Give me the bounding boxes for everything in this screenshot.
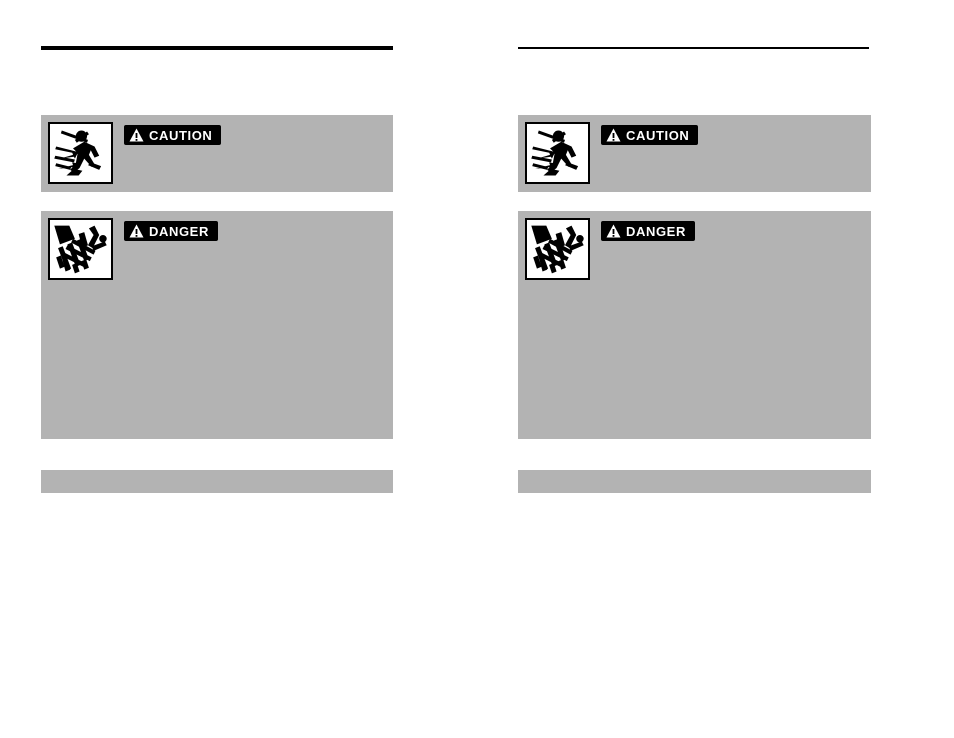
safety-panel-footer-right (518, 470, 871, 493)
header-rule-left (41, 46, 393, 50)
safety-panel-body (125, 149, 385, 186)
warning-triangle-icon (129, 224, 144, 238)
signal-word-label: DANGER (626, 223, 686, 239)
page-column-right: CAUTION DANGER (518, 0, 871, 738)
safety-panel-danger-left: DANGER (41, 211, 393, 439)
signal-word-label: CAUTION (626, 127, 690, 143)
safety-panel-caution-right: CAUTION (518, 115, 871, 192)
signal-word-label: DANGER (149, 223, 209, 239)
signal-word-badge-danger: DANGER (601, 221, 695, 241)
rotating-tine-entanglement-hazard-icon (48, 218, 113, 280)
signal-word-badge-danger: DANGER (124, 221, 218, 241)
safety-panel-caution-left: CAUTION (41, 115, 393, 192)
safety-panel-header: DANGER (525, 218, 695, 280)
signal-word-badge-caution: CAUTION (601, 125, 699, 145)
warning-triangle-icon (606, 224, 621, 238)
page-column-left: CAUTION DANGER (41, 0, 393, 738)
thrown-object-hazard-icon (525, 122, 590, 184)
thrown-object-hazard-icon (48, 122, 113, 184)
signal-word-label: CAUTION (149, 127, 213, 143)
safety-panel-danger-right: DANGER (518, 211, 871, 439)
safety-panel-body (528, 287, 863, 433)
safety-panel-body (51, 287, 385, 433)
safety-panel-footer-left (41, 470, 393, 493)
warning-triangle-icon (606, 128, 621, 142)
signal-word-badge-caution: CAUTION (124, 125, 222, 145)
safety-panel-body (602, 149, 863, 186)
document-page: CAUTION DANGER CAUTION DANGER (0, 0, 954, 738)
rotating-tine-entanglement-hazard-icon (525, 218, 590, 280)
warning-triangle-icon (129, 128, 144, 142)
safety-panel-header: DANGER (48, 218, 218, 280)
header-rule-right (518, 47, 869, 49)
